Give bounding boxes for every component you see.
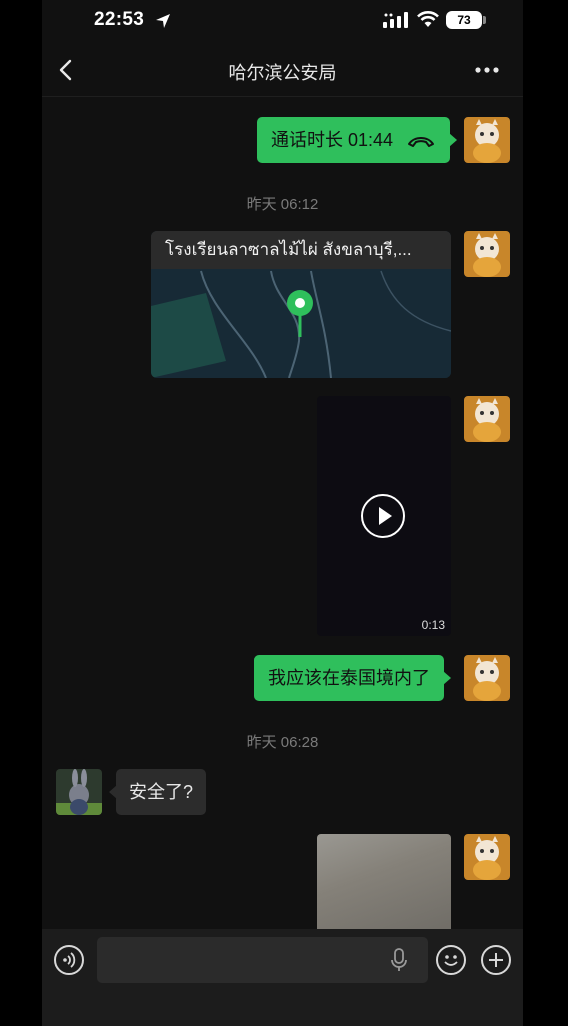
my-avatar[interactable] — [464, 231, 510, 277]
image-message[interactable] — [317, 834, 451, 929]
emoji-icon — [444, 955, 458, 966]
message-list[interactable]: 通话时长 01:44 昨天 06:12 โรงเรียนลาซาลไม้ไผ่ … — [42, 97, 523, 929]
my-avatar[interactable] — [464, 655, 510, 701]
my-avatar[interactable] — [464, 117, 510, 163]
location-arrow-icon — [156, 14, 170, 28]
cellular-signal-icon — [383, 12, 408, 28]
call-record-bubble[interactable]: 通话时长 01:44 — [257, 117, 458, 163]
text-message-bubble[interactable]: 我应该在泰国境内了 — [254, 655, 451, 701]
input-bar — [42, 929, 523, 1026]
plus-icon — [489, 953, 503, 967]
location-card[interactable]: โรงเรียนลาซาลไม้ไผ่ สังขลาบุรี,... — [151, 231, 451, 378]
call-duration-label: 通话时长 01:44 — [271, 130, 394, 150]
message-text: 安全了? — [129, 782, 194, 802]
location-name: โรงเรียนลาซาลไม้ไผ่ สังขลาบุรี,... — [151, 231, 451, 269]
chat-screen: 22:53 73 哈尔滨公安局 通话时长 01:44 昨天 06:12 โรงเ… — [42, 0, 523, 1026]
status-bar: 22:53 73 — [42, 0, 523, 44]
video-duration: 0:13 — [421, 618, 445, 632]
battery-indicator: 73 — [446, 11, 482, 29]
phone-hangup-icon — [408, 137, 435, 148]
voice-icon — [63, 952, 76, 968]
nav-bar: 哈尔滨公安局 — [42, 44, 523, 97]
timestamp: 昨天 06:12 — [246, 196, 319, 213]
map-pin-icon — [287, 290, 313, 337]
incoming-message-bubble[interactable]: 安全了? — [108, 769, 207, 815]
play-icon[interactable] — [361, 494, 405, 538]
wifi-icon — [417, 11, 439, 27]
my-avatar[interactable] — [464, 834, 510, 880]
voice-mode-button[interactable] — [54, 945, 84, 975]
message-text: 我应该在泰国境内了 — [268, 668, 430, 688]
message-input[interactable] — [97, 937, 428, 983]
emoji-button[interactable] — [436, 945, 466, 975]
my-avatar[interactable] — [464, 396, 510, 442]
video-message[interactable]: 0:13 — [317, 396, 451, 636]
add-attachment-button[interactable] — [481, 945, 511, 975]
contact-avatar[interactable] — [56, 769, 102, 815]
chat-title: 哈尔滨公安局 — [228, 63, 337, 83]
more-options-icon[interactable] — [472, 58, 502, 82]
battery-tip — [483, 16, 486, 24]
status-time: 22:53 — [94, 9, 145, 30]
timestamp: 昨天 06:28 — [246, 734, 319, 751]
microphone-icon[interactable] — [391, 948, 407, 972]
